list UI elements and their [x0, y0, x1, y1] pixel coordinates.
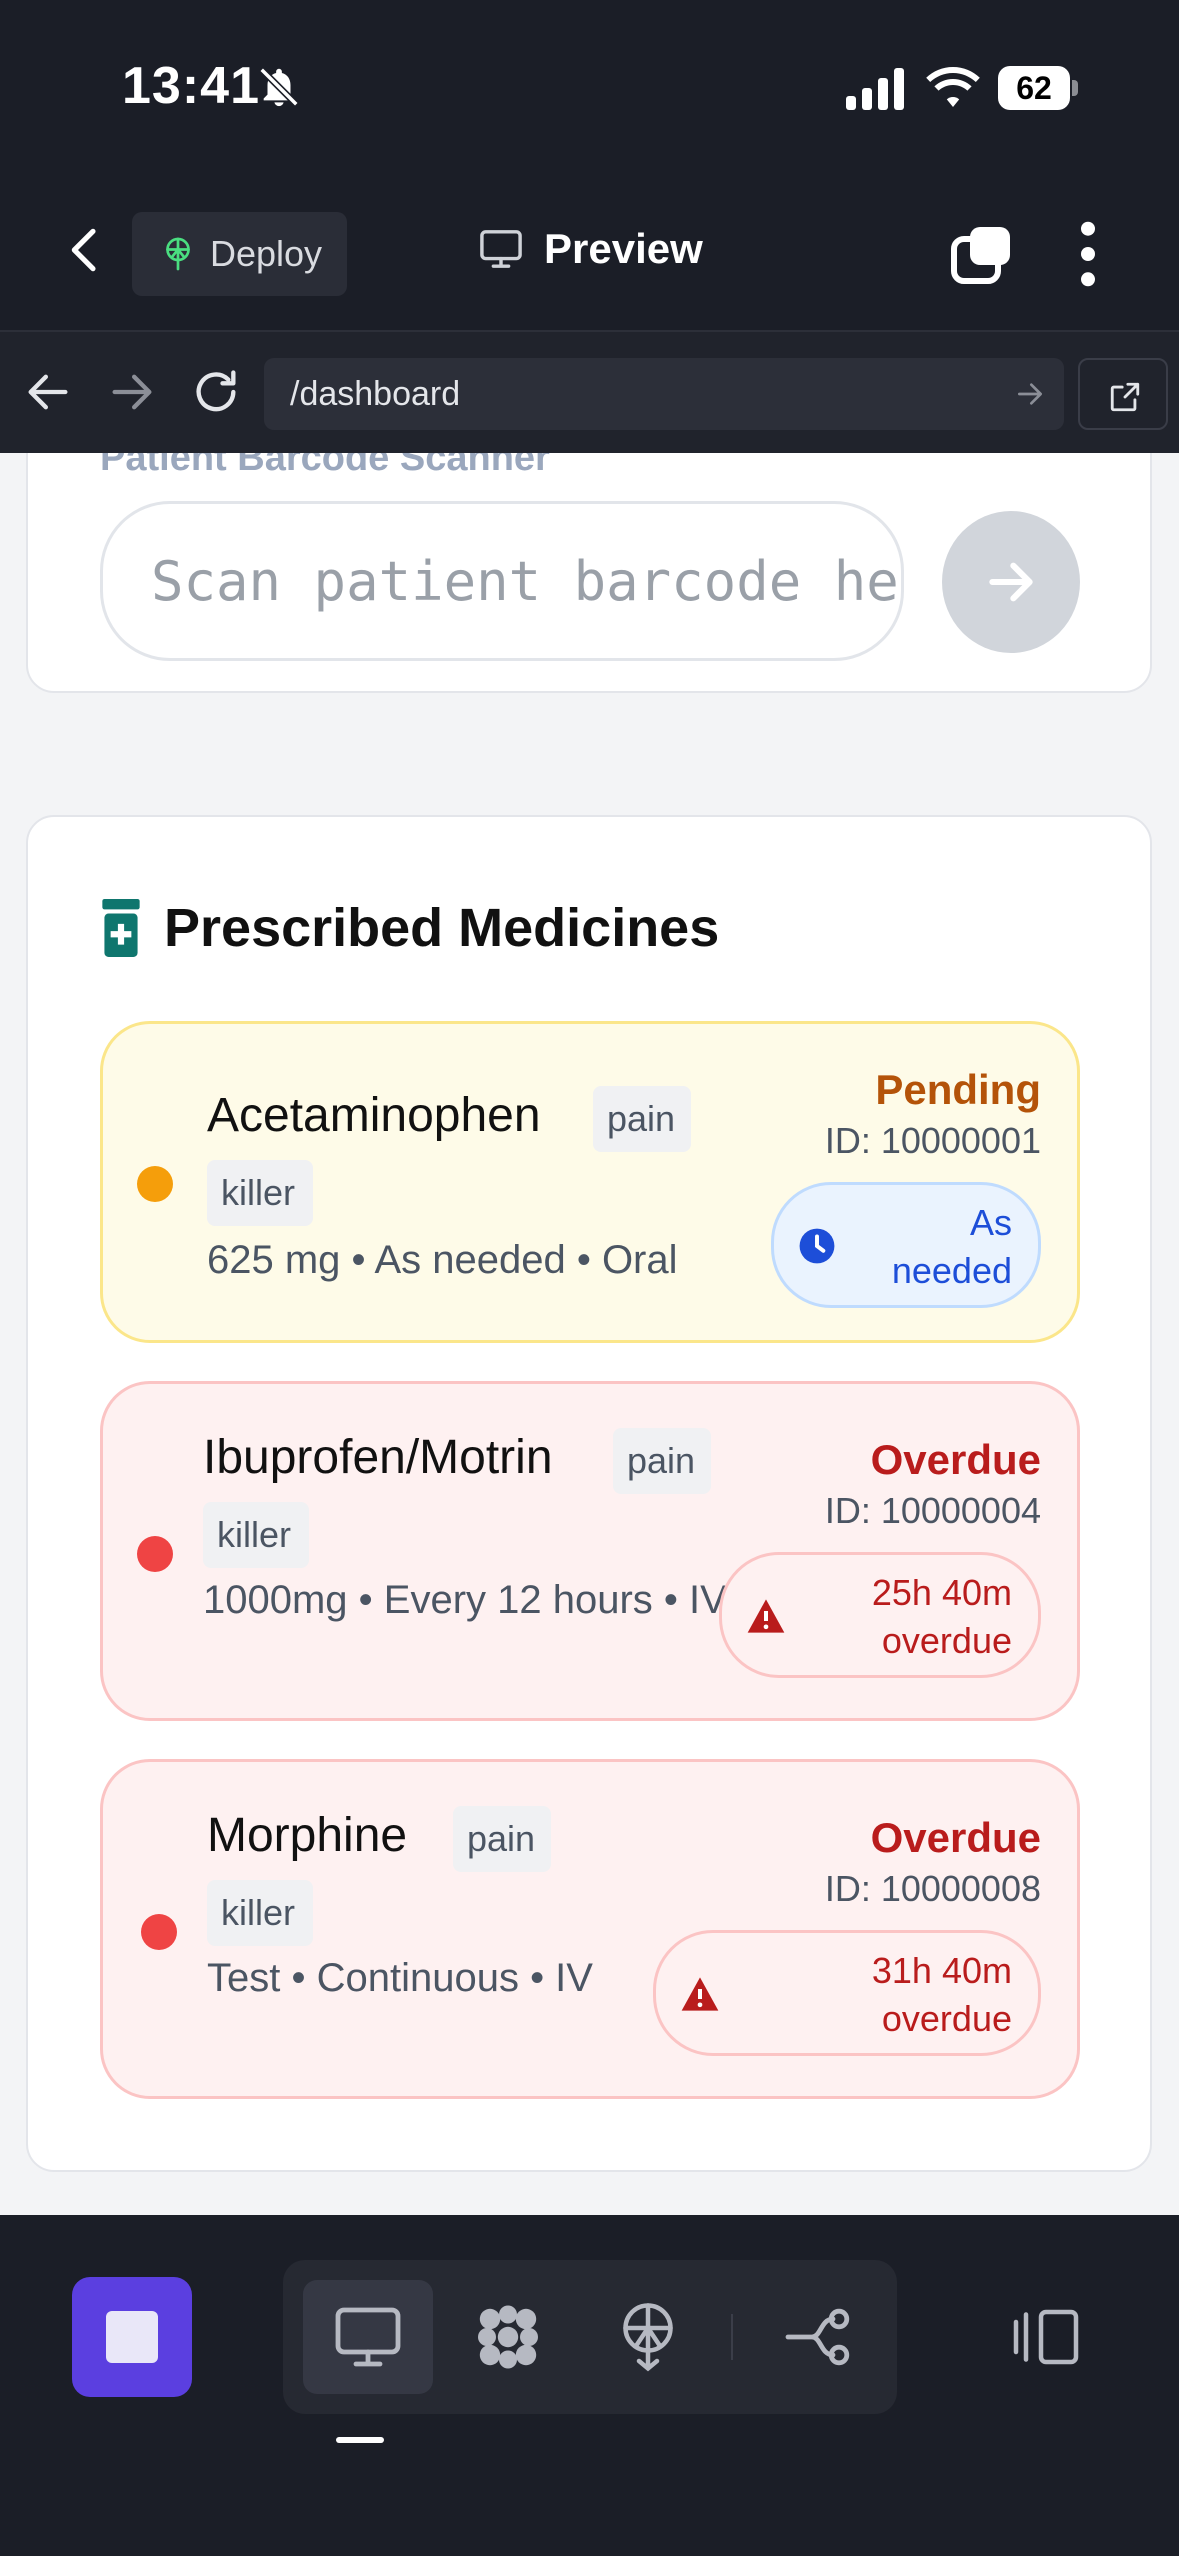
- medicine-tag-wrap: killer: [207, 1880, 313, 1946]
- external-link-icon: [1110, 382, 1140, 412]
- bell-slash-icon: [259, 67, 299, 107]
- scanner-card: Patient Barcode Scanner: [26, 453, 1152, 693]
- medicine-tag: pain: [593, 1086, 691, 1152]
- clock-icon: [799, 1228, 835, 1264]
- status-label: Pending: [875, 1066, 1041, 1113]
- prescribed-medicines-card: Prescribed Medicines Acetaminophen pain …: [26, 815, 1152, 2172]
- medicine-item[interactable]: Ibuprofen/Motrin pain killer 1000mg • Ev…: [100, 1381, 1080, 1721]
- medicine-name: Acetaminophen: [207, 1089, 541, 1142]
- medicine-item[interactable]: Acetaminophen pain killer 625 mg • As ne…: [100, 1021, 1080, 1343]
- stop-button[interactable]: [72, 2277, 192, 2397]
- status-label: Overdue: [870, 1814, 1041, 1861]
- status-dot: [137, 1536, 173, 1572]
- medicine-bottle-icon: [102, 899, 140, 957]
- medicine-tag: pain: [613, 1428, 711, 1494]
- status-label: Overdue: [870, 1436, 1041, 1483]
- battery-icon: 62: [998, 66, 1078, 110]
- pill-text: 31h 40m overdue: [871, 1950, 1012, 2039]
- tool-desktop[interactable]: [303, 2280, 433, 2394]
- status-bar: 13:41 62: [0, 0, 1179, 175]
- scanner-label: Patient Barcode Scanner: [100, 453, 550, 479]
- url-field[interactable]: /dashboard: [264, 358, 1064, 430]
- workflow-icon: [785, 2308, 850, 2366]
- page-content: Patient Barcode Scanner Prescribed Medic…: [0, 453, 1179, 2215]
- status-dot: [141, 1914, 177, 1950]
- medicine-details: Test • Continuous • IV: [207, 1956, 593, 2000]
- preview-tab[interactable]: Preview: [478, 225, 703, 273]
- medicine-tag: pain: [453, 1806, 551, 1872]
- overdue-pill: 25h 40m overdue: [719, 1552, 1041, 1678]
- arrow-right-icon[interactable]: [1014, 378, 1046, 410]
- reload-icon[interactable]: [190, 366, 242, 418]
- medicine-details: 625 mg • As needed • Oral: [207, 1238, 678, 1282]
- wifi-icon: [926, 67, 980, 107]
- url-text: /dashboard: [290, 375, 461, 413]
- section-title: Prescribed Medicines: [100, 897, 719, 959]
- tool-workflow[interactable]: [753, 2280, 883, 2394]
- scan-submit-button[interactable]: [942, 511, 1080, 653]
- apps-icon: [478, 2305, 538, 2369]
- arrow-left-icon[interactable]: [22, 366, 74, 418]
- deploy-icon: [623, 2303, 673, 2372]
- medicine-tag-wrap: killer: [207, 1160, 313, 1226]
- barcode-input[interactable]: [100, 501, 904, 661]
- toolbar-divider: [731, 2314, 733, 2360]
- medicine-name: Morphine: [207, 1809, 408, 1862]
- arrow-right-icon: [989, 562, 1033, 602]
- medicine-id: ID: 10000008: [824, 1868, 1041, 1909]
- signal-icon: [846, 68, 904, 110]
- deploy-button[interactable]: Deploy: [132, 212, 347, 296]
- stop-icon: [106, 2311, 158, 2363]
- panel-icon[interactable]: [1010, 2307, 1082, 2367]
- warning-icon: [681, 1977, 719, 2011]
- open-external-button[interactable]: [1078, 358, 1168, 430]
- medicine-tag-wrap: killer: [203, 1502, 309, 1568]
- warning-icon: [747, 1599, 785, 1633]
- app-header: Deploy Preview: [0, 175, 1179, 330]
- desktop-icon: [335, 2307, 401, 2367]
- tabs-icon[interactable]: [950, 223, 1014, 285]
- medicine-id: ID: 10000004: [824, 1490, 1041, 1531]
- schedule-pill: As needed: [771, 1182, 1041, 1308]
- monitor-icon: [480, 230, 522, 268]
- section-title-text: Prescribed Medicines: [164, 898, 720, 958]
- browser-bar: /dashboard: [0, 330, 1179, 453]
- tool-deploy[interactable]: [583, 2280, 713, 2394]
- pill-text: 25h 40m overdue: [871, 1572, 1012, 1661]
- status-dot: [137, 1166, 173, 1202]
- medicine-id: ID: 10000001: [824, 1120, 1041, 1161]
- tool-switcher: [283, 2260, 897, 2414]
- pill-text: As needed: [891, 1202, 1012, 1291]
- battery-level: 62: [998, 66, 1070, 110]
- chevron-left-icon[interactable]: [58, 222, 114, 278]
- arrow-right-icon[interactable]: [106, 366, 158, 418]
- medicine-item[interactable]: Morphine pain killer Test • Continuous •…: [100, 1759, 1080, 2099]
- tool-apps[interactable]: [443, 2280, 573, 2394]
- preview-label: Preview: [544, 225, 703, 272]
- medicine-name: Ibuprofen/Motrin: [203, 1431, 553, 1484]
- status-time: 13:41: [122, 57, 260, 115]
- overdue-pill: 31h 40m overdue: [653, 1930, 1041, 2056]
- medicine-details: 1000mg • Every 12 hours • IV: [203, 1578, 727, 1622]
- deploy-label: Deploy: [210, 233, 323, 274]
- more-vertical-icon[interactable]: [1068, 219, 1108, 289]
- deploy-icon: [166, 237, 190, 271]
- active-tool-indicator: [336, 2437, 384, 2443]
- bottom-toolbar: [0, 2215, 1179, 2556]
